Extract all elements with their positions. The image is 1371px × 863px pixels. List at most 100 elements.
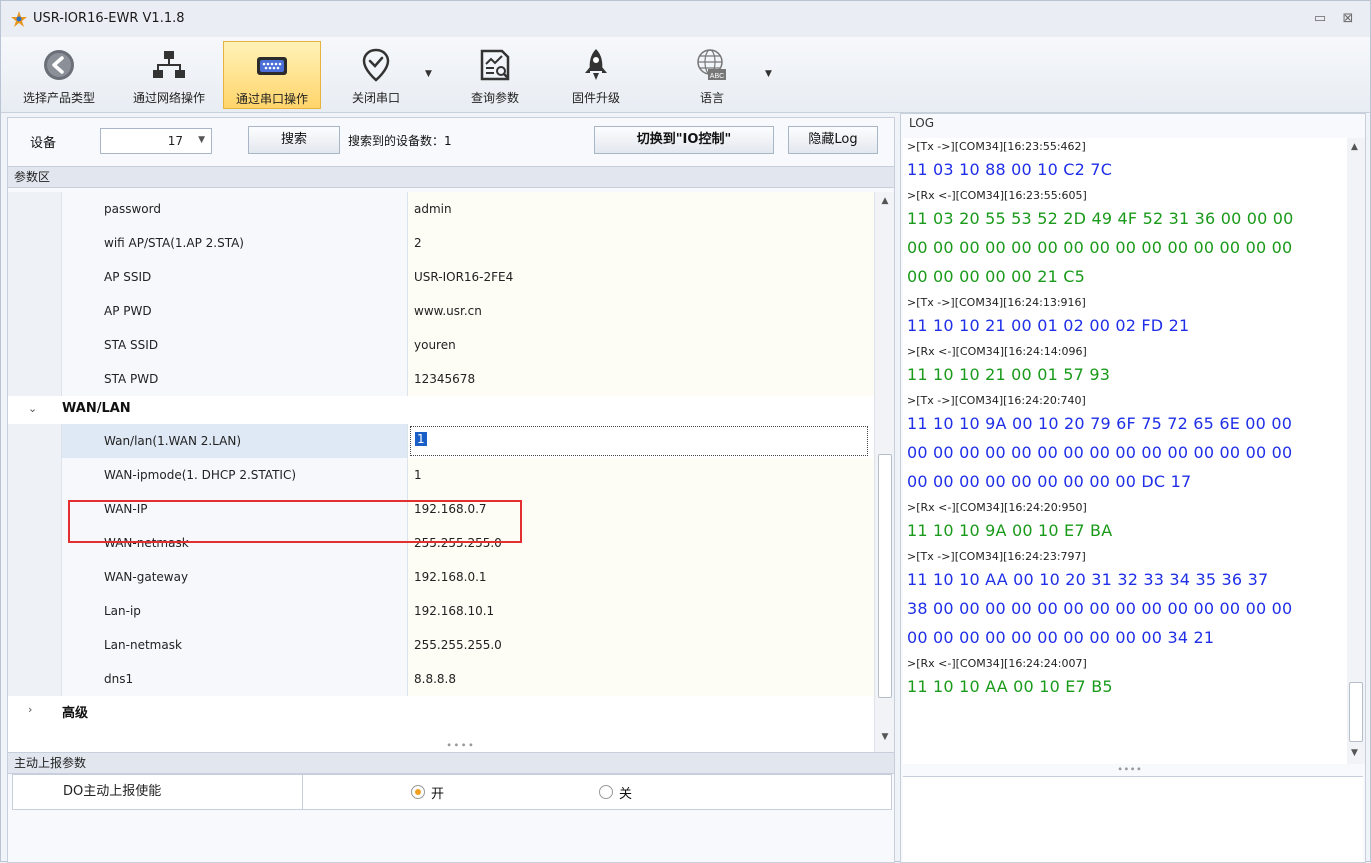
report-row-label: DO主动上报使能 — [13, 775, 303, 809]
group-advanced-label: 高级 — [62, 706, 89, 721]
table-row[interactable]: WAN-ipmode(1. DHCP 2.STATIC) 1 — [8, 458, 874, 492]
report-off-radio[interactable] — [599, 785, 613, 799]
log-line-tx: 11 10 10 21 00 01 02 00 02 FD 21 — [907, 316, 1190, 335]
close-button[interactable]: ⊠ — [1337, 9, 1359, 29]
log-line-tx: 38 00 00 00 00 00 00 00 00 00 00 00 00 0… — [907, 599, 1293, 618]
log-line-meta: >[Tx ->][COM34][16:23:55:462] — [907, 140, 1086, 153]
param-value[interactable]: 192.168.0.1 — [408, 560, 874, 594]
param-name: Wan/lan(1.WAN 2.LAN) — [62, 424, 408, 458]
query-params-button[interactable]: 查询参数 — [447, 41, 543, 109]
scroll-down-icon[interactable]: ▼ — [875, 732, 895, 742]
scroll-down-icon[interactable]: ▼ — [1351, 748, 1358, 758]
table-row-selected[interactable]: Wan/lan(1.WAN 2.LAN) 1 — [8, 424, 874, 458]
close-port-button[interactable]: 关闭串口 — [331, 41, 421, 109]
log-line-meta: >[Rx <-][COM34][16:24:20:950] — [907, 501, 1087, 514]
select-product-label: 选择产品类型 — [22, 91, 95, 105]
param-value[interactable]: 255.255.255.0 — [408, 628, 874, 662]
table-row[interactable]: password admin — [8, 192, 874, 226]
table-row[interactable]: STA SSID youren — [8, 328, 874, 362]
device-combo-value: 17 — [167, 134, 183, 148]
log-line-tx: 11 10 10 9A 00 10 20 79 6F 75 72 65 6E 0… — [907, 414, 1293, 433]
row-indent — [8, 458, 62, 492]
serial-op-button[interactable]: 通过串口操作 — [223, 41, 321, 109]
table-row[interactable]: Lan-ip 192.168.10.1 — [8, 594, 874, 628]
log-line-meta: >[Tx ->][COM34][16:24:20:740] — [907, 394, 1086, 407]
param-value[interactable]: admin — [408, 192, 874, 226]
report-on-label: 开 — [431, 787, 445, 802]
app-window: USR-IOR16-EWR V1.1.8 ▭ ⊠ 选择产品类型 通过网络操作 通… — [0, 0, 1371, 863]
table-row[interactable]: AP SSID USR-IOR16-2FE4 — [8, 260, 874, 294]
param-value[interactable]: USR-IOR16-2FE4 — [408, 260, 874, 294]
row-indent — [8, 662, 62, 696]
param-name: wifi AP/STA(1.AP 2.STA) — [62, 226, 408, 260]
chevron-down-icon[interactable]: ⌄ — [28, 402, 37, 415]
param-grid-scrollbar[interactable]: ▲ ▼ — [874, 192, 894, 752]
table-row[interactable]: wifi AP/STA(1.AP 2.STA) 2 — [8, 226, 874, 260]
rocket-icon — [585, 49, 607, 80]
param-name: password — [62, 192, 408, 226]
scroll-thumb[interactable] — [1349, 682, 1363, 742]
chevron-right-icon[interactable]: › — [28, 703, 32, 716]
select-product-button[interactable]: 选择产品类型 — [7, 41, 111, 109]
param-value-editor[interactable]: 1 — [410, 426, 868, 456]
log-line-tx: 00 00 00 00 00 00 00 00 00 00 00 00 00 0… — [907, 443, 1293, 462]
row-indent — [8, 424, 62, 458]
switch-io-button[interactable]: 切换到"IO控制" — [594, 126, 774, 154]
table-row[interactable]: Lan-netmask 255.255.255.0 — [8, 628, 874, 662]
splitter-grip[interactable]: ∙∙∙∙ — [446, 740, 475, 751]
param-value[interactable]: youren — [408, 328, 874, 362]
scroll-up-icon[interactable]: ▲ — [875, 196, 895, 206]
log-title: LOG — [909, 116, 935, 130]
left-panel: 设备 17 ▼ 搜索 搜索到的设备数：1 切换到"IO控制" 隐藏Log 参数区… — [7, 117, 895, 863]
device-combo[interactable]: 17 ▼ — [100, 128, 212, 154]
report-table: DO主动上报使能 开 关 — [12, 774, 892, 810]
network-op-button[interactable]: 通过网络操作 — [119, 41, 219, 109]
table-row[interactable]: WAN-gateway 192.168.0.1 — [8, 560, 874, 594]
query-params-label: 查询参数 — [470, 91, 519, 105]
table-row[interactable]: dns1 8.8.8.8 — [8, 662, 874, 696]
minimize-button[interactable]: ▭ — [1309, 9, 1331, 29]
log-send-area[interactable] — [903, 776, 1363, 862]
network-icon — [153, 51, 185, 78]
group-advanced[interactable]: › 高级 — [8, 698, 874, 724]
row-indent — [8, 294, 62, 328]
row-indent — [8, 560, 62, 594]
title-bar: USR-IOR16-EWR V1.1.8 ▭ ⊠ — [1, 1, 1370, 37]
language-dropdown-icon[interactable]: ▼ — [765, 69, 772, 79]
close-port-dropdown-icon[interactable]: ▼ — [425, 69, 432, 79]
param-grid: password admin wifi AP/STA(1.AP 2.STA) 2… — [8, 192, 874, 752]
svg-text:ABC: ABC — [710, 73, 724, 80]
scroll-thumb[interactable] — [878, 454, 892, 698]
report-on-radio[interactable] — [411, 785, 425, 799]
hide-log-button[interactable]: 隐藏Log — [788, 126, 878, 154]
row-indent — [8, 226, 62, 260]
log-scrollbar[interactable]: ▲ ▼ — [1347, 138, 1365, 764]
param-value[interactable]: 8.8.8.8 — [408, 662, 874, 696]
log-output[interactable]: >[Tx ->][COM34][16:23:55:462] 11 03 10 88… — [903, 138, 1347, 764]
serial-port-icon — [257, 57, 287, 75]
table-row[interactable]: STA PWD 12345678 — [8, 362, 874, 396]
param-value[interactable]: www.usr.cn — [408, 294, 874, 328]
log-line-meta: >[Tx ->][COM34][16:24:23:797] — [907, 550, 1086, 563]
search-button[interactable]: 搜索 — [248, 126, 340, 154]
log-line-tx: 00 00 00 00 00 00 00 00 00 DC 17 — [907, 472, 1192, 491]
row-indent — [8, 362, 62, 396]
table-row[interactable]: AP PWD www.usr.cn — [8, 294, 874, 328]
param-value[interactable]: 12345678 — [408, 362, 874, 396]
row-indent — [8, 328, 62, 362]
language-label: 语言 — [699, 91, 724, 105]
param-value[interactable]: 2 — [408, 226, 874, 260]
firmware-upgrade-button[interactable]: 固件升级 — [551, 41, 641, 109]
group-wan-lan[interactable]: ⌄ WAN/LAN — [8, 397, 874, 423]
log-line-rx: 00 00 00 00 00 21 C5 — [907, 267, 1086, 286]
log-line-rx: 11 03 20 55 53 52 2D 49 4F 52 31 36 00 0… — [907, 209, 1294, 228]
report-off-label: 关 — [619, 787, 633, 802]
scroll-up-icon[interactable]: ▲ — [1351, 142, 1358, 152]
splitter-grip[interactable]: ∙∙∙∙ — [1117, 764, 1142, 775]
close-port-label: 关闭串口 — [351, 91, 400, 105]
param-value[interactable]: 1 — [408, 458, 874, 492]
globe-abc-icon: ABC — [697, 49, 726, 80]
app-logo-icon — [11, 11, 27, 27]
param-value[interactable]: 192.168.10.1 — [408, 594, 874, 628]
language-button[interactable]: ABC 语言 — [667, 41, 757, 109]
